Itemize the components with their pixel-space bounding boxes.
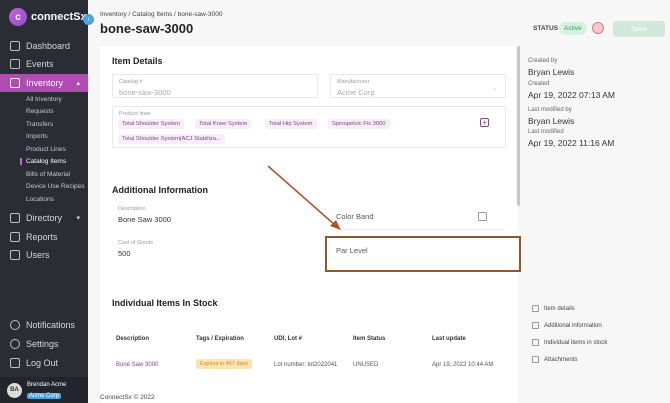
annotation-arrow-line xyxy=(267,165,336,226)
annotation-arrow xyxy=(267,165,341,230)
collapse-sidebar-button[interactable]: ‹ xyxy=(83,14,94,25)
